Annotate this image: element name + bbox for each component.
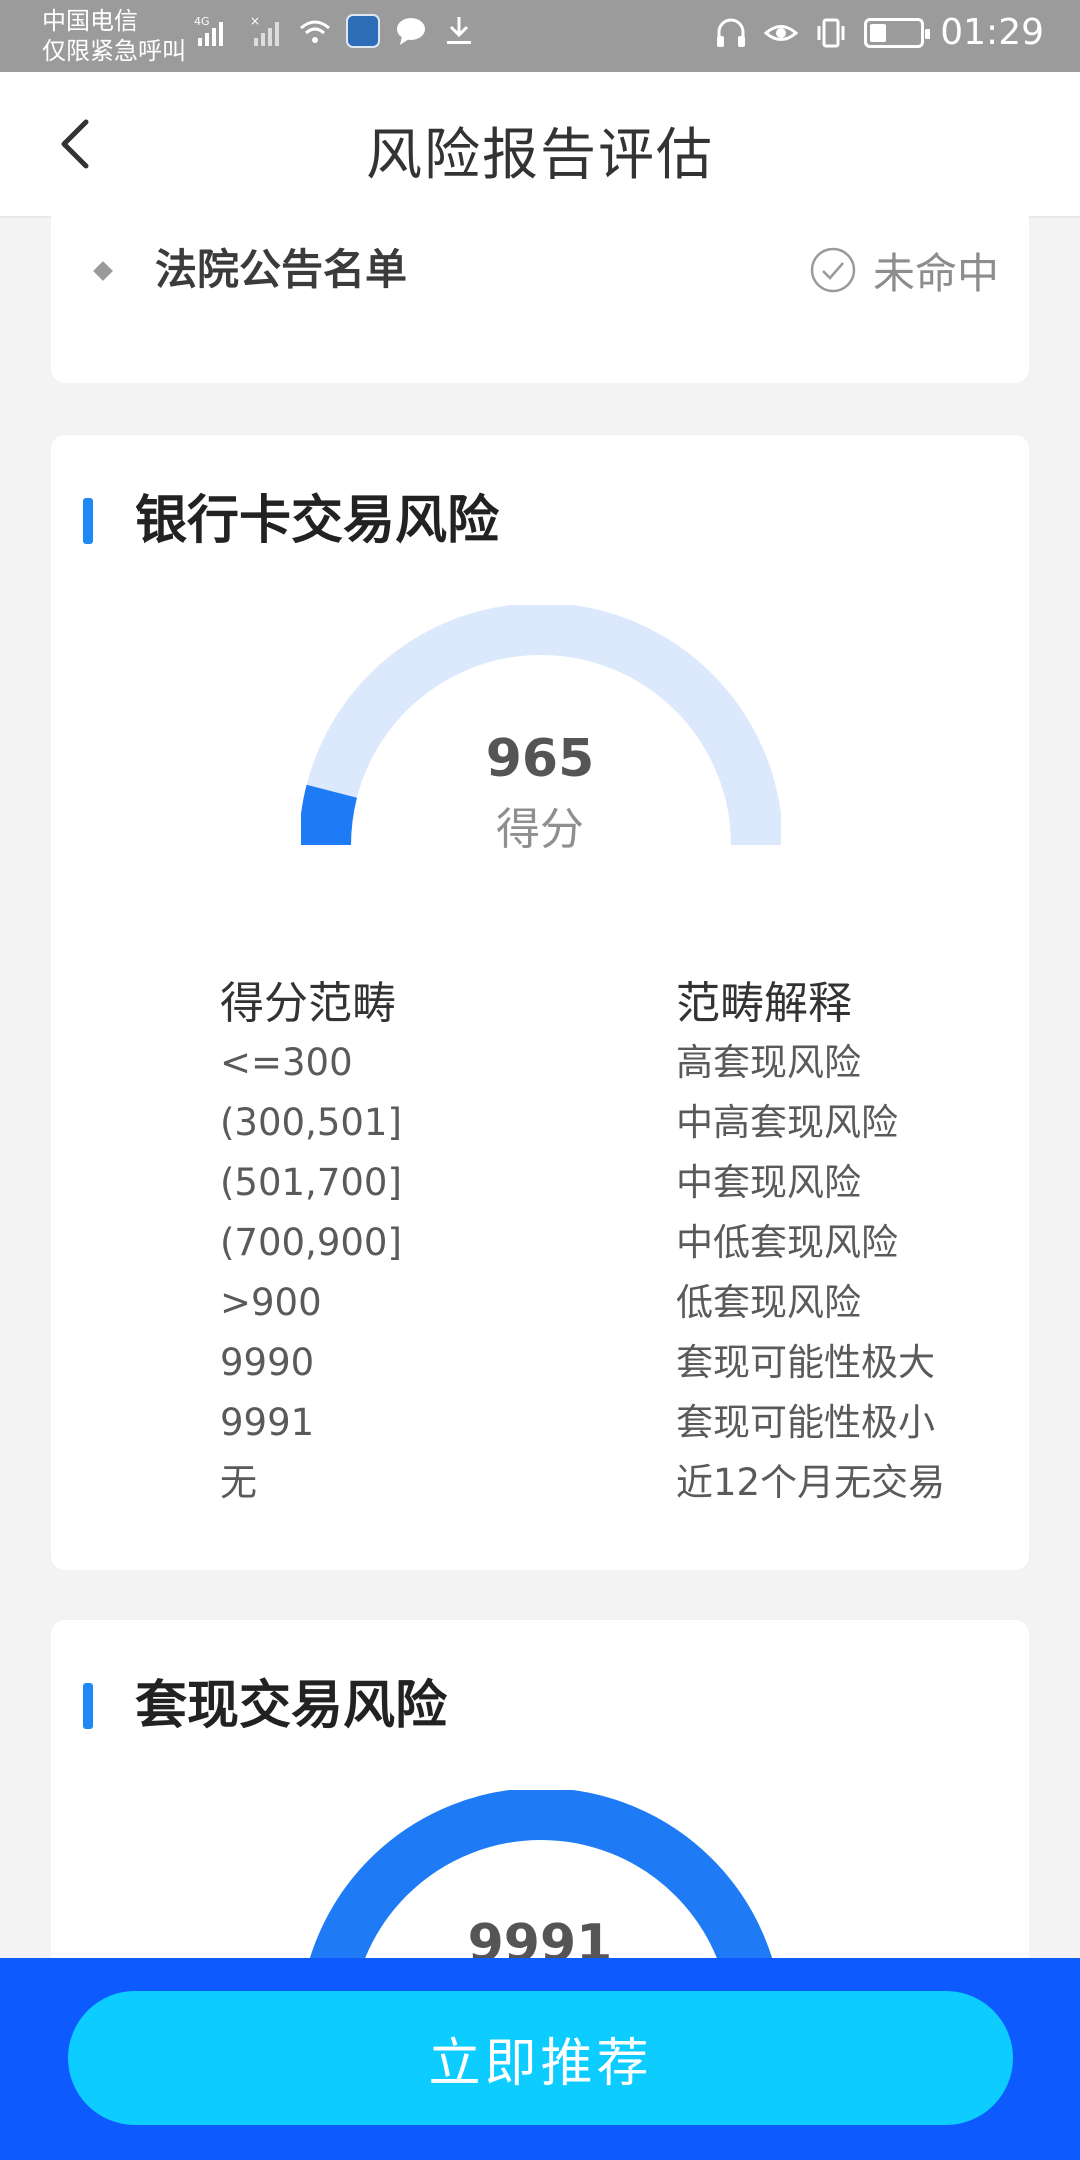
status-time: 01:29 <box>940 12 1044 53</box>
cashout-risk-title: 套现交易风险 <box>135 1676 448 1736</box>
legend-desc: 套现可能性极小 <box>676 1401 935 1444</box>
status-bar: 中国电信 仅限紧急呼叫 4G × 01:29 <box>0 0 1080 72</box>
legend-row: >900 低套现风险 <box>51 1273 1029 1333</box>
bullet-diamond-icon <box>93 261 113 281</box>
court-notice-card: 法院公告名单 未命中 <box>51 200 1029 383</box>
eye-comfort-icon <box>764 24 799 41</box>
security-app-icon <box>346 14 380 48</box>
bank-card-risk-card: 银行卡交易风险 965 得分 得分范畴 范畴解释 <=300 高套现风险 (30… <box>51 435 1029 1570</box>
legend-row: (501,700] 中套现风险 <box>51 1153 1029 1213</box>
court-notice-label: 法院公告名单 <box>155 245 408 294</box>
wifi-icon <box>300 20 330 43</box>
bank-card-risk-title: 银行卡交易风险 <box>135 491 500 551</box>
download-icon <box>447 17 471 44</box>
svg-text:×: × <box>250 14 260 28</box>
legend-range: (501,700] <box>220 1161 402 1204</box>
legend-row: (700,900] 中低套现风险 <box>51 1213 1029 1273</box>
legend-range: (300,501] <box>220 1101 402 1144</box>
carrier-info: 中国电信 仅限紧急呼叫 <box>42 6 186 66</box>
legend-desc: 套现可能性极大 <box>676 1341 935 1384</box>
legend-desc: 近12个月无交易 <box>676 1461 946 1504</box>
legend-header-range: 得分范畴 <box>220 978 396 1029</box>
bank-card-risk-score: 965 <box>485 729 595 789</box>
page-title: 风险报告评估 <box>366 123 714 188</box>
network-type-label: 4G <box>194 15 210 28</box>
legend-row: 9991 套现可能性极小 <box>51 1393 1029 1453</box>
score-legend-table: <=300 高套现风险 (300,501] 中高套现风险 (501,700] 中… <box>51 1033 1029 1513</box>
vibrate-icon <box>817 18 845 47</box>
status-icons-left: 4G × <box>192 14 476 48</box>
signal-icon: 4G <box>194 15 223 46</box>
section-accent-bar <box>83 1683 93 1729</box>
battery-icon <box>864 17 931 48</box>
legend-range: (700,900] <box>220 1221 402 1264</box>
legend-desc: 中低套现风险 <box>676 1221 898 1264</box>
legend-range: 9990 <box>220 1341 315 1384</box>
legend-row: <=300 高套现风险 <box>51 1033 1029 1093</box>
signal-no-service-icon: × <box>250 14 279 46</box>
legend-desc: 高套现风险 <box>676 1041 861 1084</box>
legend-header-desc: 范畴解释 <box>676 978 852 1029</box>
legend-range: <=300 <box>220 1041 353 1084</box>
app-header: 风险报告评估 <box>0 72 1080 218</box>
check-circle-icon <box>810 247 856 293</box>
court-notice-row: 法院公告名单 未命中 <box>81 240 999 300</box>
legend-row: 无 近12个月无交易 <box>51 1453 1029 1513</box>
legend-row: (300,501] 中高套现风险 <box>51 1093 1029 1153</box>
legend-range: 9991 <box>220 1401 315 1444</box>
court-notice-status: 未命中 <box>809 240 999 300</box>
carrier-name: 中国电信 <box>42 7 138 35</box>
section-accent-bar <box>83 498 93 544</box>
court-notice-status-text: 未命中 <box>872 248 999 298</box>
recommend-now-button[interactable]: 立即推荐 <box>68 1991 1013 2125</box>
legend-desc: 中套现风险 <box>676 1161 861 1204</box>
bottom-action-bar: 立即推荐 <box>0 1958 1080 2160</box>
status-icons-right: 01:29 <box>714 12 1044 53</box>
legend-row: 9990 套现可能性极大 <box>51 1333 1029 1393</box>
headphones-icon <box>717 18 746 47</box>
legend-desc: 低套现风险 <box>676 1281 861 1324</box>
legend-range: 无 <box>220 1461 257 1504</box>
legend-desc: 中高套现风险 <box>676 1101 898 1144</box>
carrier-emergency-note: 仅限紧急呼叫 <box>42 37 186 65</box>
legend-range: >900 <box>220 1281 322 1324</box>
bank-card-risk-score-label: 得分 <box>496 804 584 855</box>
message-icon <box>397 18 425 45</box>
